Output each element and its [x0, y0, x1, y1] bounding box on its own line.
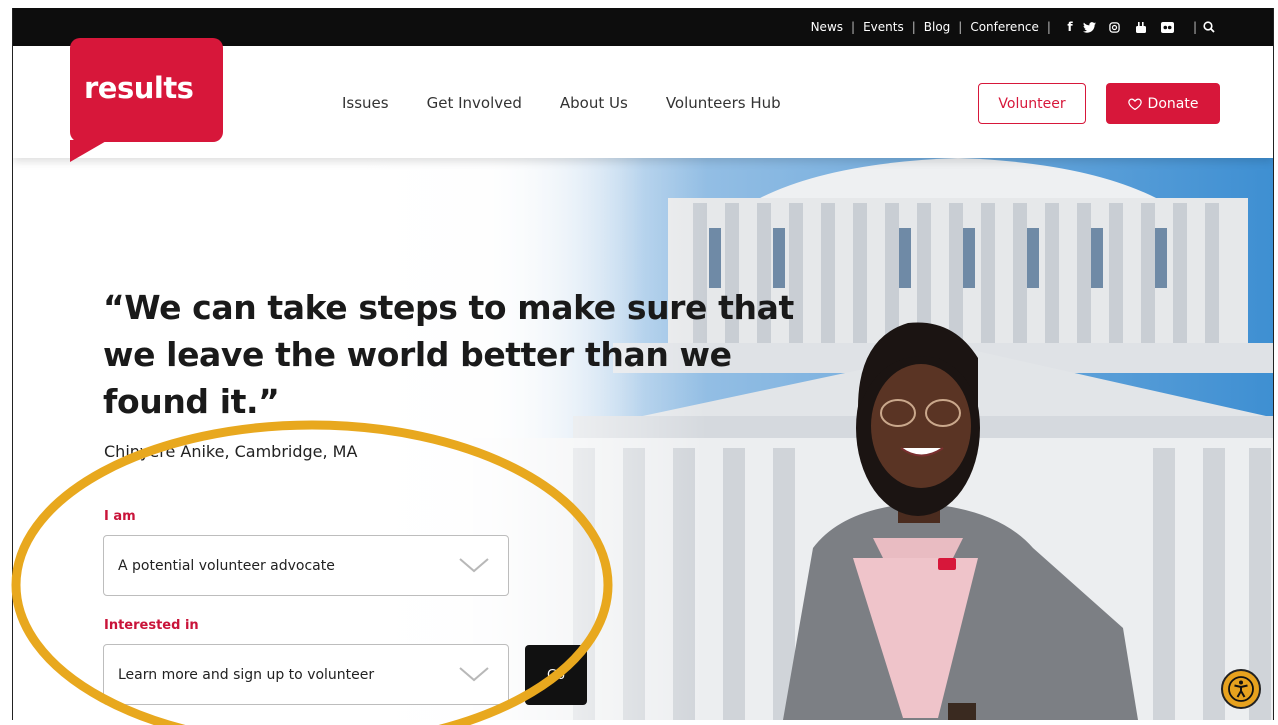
iam-select-value: A potential volunteer advocate [118, 557, 335, 574]
flickr-icon[interactable] [1160, 21, 1187, 33]
interested-in-select[interactable]: Learn more and sign up to volunteer [103, 644, 509, 705]
donate-button[interactable]: Donate [1106, 83, 1220, 124]
chevron-down-icon [459, 558, 489, 573]
volunteer-button[interactable]: Volunteer [978, 83, 1086, 124]
results-logo[interactable]: results [70, 38, 223, 162]
facebook-icon[interactable]: f [1057, 20, 1083, 34]
nav-item-about-us[interactable]: About Us [560, 94, 628, 112]
twitter-icon[interactable] [1082, 21, 1109, 33]
instagram-icon[interactable] [1109, 21, 1135, 33]
iam-label: I am [104, 509, 136, 524]
utility-link-events[interactable]: Events [861, 20, 906, 34]
chevron-down-icon [459, 667, 489, 682]
browser-viewport: News | Events | Blog | Conference | f | … [12, 8, 1274, 720]
go-button[interactable]: Go [525, 645, 587, 705]
heart-icon [1127, 98, 1142, 110]
youtube-icon[interactable] [1135, 21, 1161, 34]
donate-label: Donate [1147, 95, 1199, 112]
hero-quote: “We can take steps to make sure that we … [103, 288, 794, 421]
interested-in-select-value: Learn more and sign up to volunteer [118, 666, 375, 683]
interested-in-label: Interested in [104, 618, 199, 633]
hero-photo-capitol [13, 158, 1273, 720]
nav-item-issues[interactable]: Issues [342, 94, 389, 112]
utility-link-conference[interactable]: Conference [968, 20, 1041, 34]
quote-attribution: Chinyere Anike, Cambridge, MA [104, 442, 358, 461]
nav-item-get-involved[interactable]: Get Involved [427, 94, 522, 112]
hero-section: “We can take steps to make sure that we … [13, 158, 1273, 720]
logo-text: results [84, 71, 194, 105]
accessibility-icon[interactable] [1221, 669, 1261, 709]
utility-link-blog[interactable]: Blog [922, 20, 953, 34]
nav-item-volunteers-hub[interactable]: Volunteers Hub [666, 94, 781, 112]
iam-select[interactable]: A potential volunteer advocate [103, 535, 509, 596]
main-nav: Issues Get Involved About Us Volunteers … [342, 94, 819, 112]
utility-link-news[interactable]: News [809, 20, 845, 34]
search-icon[interactable] [1203, 21, 1215, 33]
